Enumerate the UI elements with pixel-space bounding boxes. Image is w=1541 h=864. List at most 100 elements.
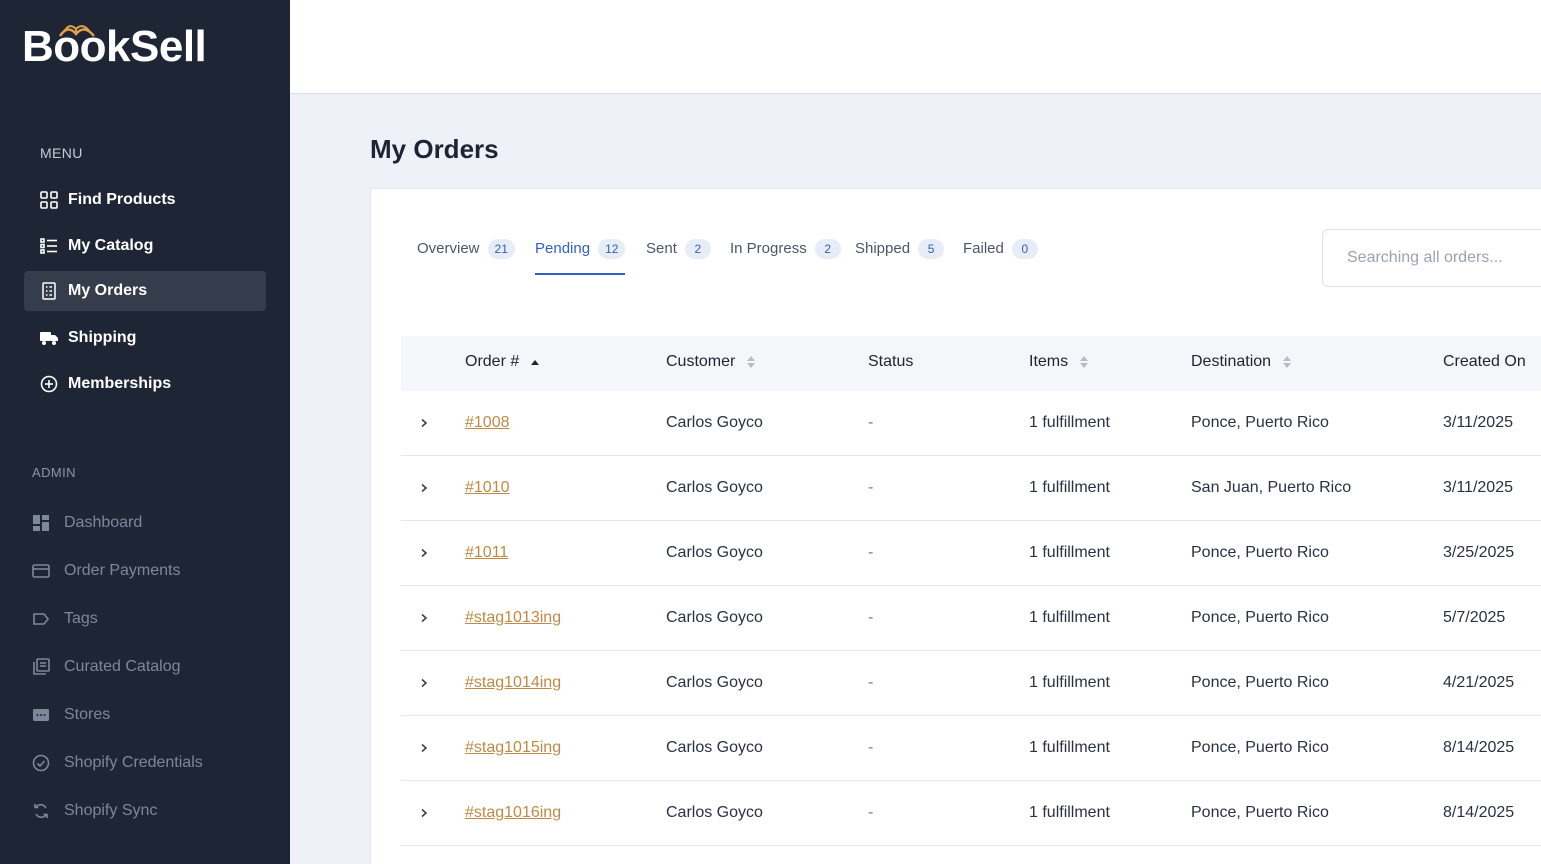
brand-logo[interactable]: BookSell	[22, 18, 207, 72]
order-number-link[interactable]: #1010	[465, 456, 510, 520]
items-cell: 1 fulfillment	[1029, 586, 1110, 650]
search-input[interactable]	[1322, 229, 1541, 287]
order-number-link-text[interactable]: #1011	[465, 544, 508, 562]
column-header-destination[interactable]: Destination	[1191, 353, 1292, 371]
sidebar-item-memberships[interactable]: Memberships	[24, 364, 266, 404]
created-on-cell-text: 4/21/2025	[1443, 674, 1515, 691]
tab-shipped[interactable]: Shipped 5	[855, 239, 945, 276]
sidebar-item-my-catalog[interactable]: My Catalog	[24, 226, 266, 266]
column-header-created-on[interactable]: Created On	[1443, 353, 1526, 371]
order-number-link[interactable]: #1008	[465, 391, 510, 455]
table-header	[401, 336, 1541, 391]
column-header-order[interactable]: Order #	[465, 353, 540, 371]
sidebar-item-dashboard[interactable]: Dashboard	[32, 508, 142, 538]
order-number-link-text[interactable]: #stag1014ing	[465, 674, 561, 692]
destination-cell-text: San Juan, Puerto Rico	[1191, 479, 1352, 496]
count-badge: 21	[487, 239, 515, 259]
tab-in-progress[interactable]: In Progress 2	[730, 239, 841, 276]
customer-cell: Carlos Goyco	[666, 651, 763, 715]
tab-label: Failed	[963, 240, 1004, 257]
sidebar-item-shopify-credentials[interactable]: Shopify Credentials	[32, 748, 203, 778]
status-cell: -	[868, 651, 873, 715]
status-cell-text: -	[868, 674, 874, 691]
expand-chevron-icon[interactable]	[419, 586, 431, 650]
sidebar-item-label: Shopify Credentials	[64, 754, 203, 771]
sidebar-item-my-orders[interactable]: My Orders	[24, 271, 266, 311]
sort-ascending-icon[interactable]	[531, 359, 540, 365]
tab-label: Overview	[417, 240, 480, 257]
destination-cell: Ponce, Puerto Rico	[1191, 391, 1329, 455]
items-cell-text: 1 fulfillment	[1029, 544, 1110, 561]
table-row[interactable]: #stag1014ing Carlos Goyco - 1 fulfillment Po…	[401, 651, 1541, 716]
sidebar: BookSell MENU Find Products My Catalog M…	[0, 0, 290, 864]
destination-cell-text: Ponce, Puerto Rico	[1191, 414, 1329, 431]
created-on-cell-text: 8/14/2025	[1443, 739, 1515, 756]
order-number-link[interactable]: #stag1014ing	[465, 651, 561, 715]
items-cell-text: 1 fulfillment	[1029, 479, 1110, 496]
expand-chevron-icon[interactable]	[419, 391, 431, 455]
grid-icon	[40, 191, 58, 209]
sidebar-item-curated-catalog[interactable]: Curated Catalog	[32, 652, 181, 682]
sidebar-item-find-products[interactable]: Find Products	[24, 180, 266, 220]
order-number-link-text[interactable]: #stag1013ing	[465, 609, 561, 627]
sidebar-item-label: My Orders	[68, 282, 148, 299]
column-header-status: Status	[868, 353, 913, 371]
sidebar-item-stores[interactable]: Stores	[32, 700, 110, 730]
order-number-link[interactable]: #1011	[465, 521, 508, 585]
order-number-link[interactable]: #stag1015ing	[465, 716, 561, 780]
library-icon	[32, 658, 50, 676]
customer-cell-text: Carlos Goyco	[666, 479, 763, 496]
status-cell-text: -	[868, 739, 874, 756]
destination-cell-text: Ponce, Puerto Rico	[1191, 609, 1329, 626]
count-badge: 2	[684, 239, 711, 259]
sort-icon[interactable]	[1283, 356, 1292, 368]
destination-cell-text: Ponce, Puerto Rico	[1191, 804, 1329, 821]
table-row[interactable]: #stag1013ing Carlos Goyco - 1 fulfillment Po…	[401, 586, 1541, 651]
tab-label: In Progress	[730, 240, 807, 257]
order-number-link[interactable]: #stag1013ing	[465, 586, 561, 650]
tag-icon	[32, 610, 50, 628]
tab-pending[interactable]: Pending 12	[535, 239, 626, 276]
sidebar-item-shipping[interactable]: Shipping	[24, 318, 266, 358]
created-on-cell-text: 5/7/2025	[1443, 609, 1506, 626]
expand-chevron-icon[interactable]	[419, 716, 431, 780]
sidebar-item-tags[interactable]: Tags	[32, 604, 98, 634]
sidebar-item-order-payments[interactable]: Order Payments	[32, 556, 180, 586]
created-on-cell: 8/14/2025	[1443, 716, 1514, 780]
column-header-items[interactable]: Items	[1029, 353, 1089, 371]
items-cell-text: 1 fulfillment	[1029, 804, 1110, 821]
menu-section-label: MENU	[40, 145, 83, 161]
order-number-link-text[interactable]: #stag1015ing	[465, 739, 561, 757]
table-row[interactable]: #1010 Carlos Goyco - 1 fulfillment San Juan,…	[401, 456, 1541, 521]
table-row[interactable]: #1008 Carlos Goyco - 1 fulfillment Ponce, Pu…	[401, 391, 1541, 456]
destination-cell: Ponce, Puerto Rico	[1191, 716, 1329, 780]
table-row[interactable]: #1011 Carlos Goyco - 1 fulfillment Ponce, Pu…	[401, 521, 1541, 586]
tab-sent[interactable]: Sent 2	[646, 239, 711, 276]
expand-chevron-icon[interactable]	[419, 651, 431, 715]
items-cell: 1 fulfillment	[1029, 521, 1110, 585]
sidebar-item-shopify-sync[interactable]: Shopify Sync	[32, 796, 157, 826]
expand-chevron-icon[interactable]	[419, 781, 431, 845]
expand-chevron-icon[interactable]	[419, 456, 431, 520]
table-row[interactable]: #stag1015ing Carlos Goyco - 1 fulfillment Po…	[401, 716, 1541, 781]
sync-icon	[32, 802, 50, 820]
customer-cell-text: Carlos Goyco	[666, 414, 763, 431]
items-cell: 1 fulfillment	[1029, 716, 1110, 780]
table-row[interactable]: #stag1016ing Carlos Goyco - 1 fulfillment Po…	[401, 781, 1541, 846]
tab-label: Pending	[535, 240, 591, 257]
order-number-link-text[interactable]: #1010	[465, 479, 510, 497]
order-number-link[interactable]: #stag1016ing	[465, 781, 561, 845]
order-number-link-text[interactable]: #stag1016ing	[465, 804, 561, 822]
items-cell-text: 1 fulfillment	[1029, 609, 1110, 626]
sort-icon[interactable]	[747, 356, 756, 368]
sort-icon[interactable]	[1080, 356, 1089, 368]
sidebar-item-label: Curated Catalog	[64, 658, 181, 675]
count-badge: 5	[918, 239, 945, 259]
tab-failed[interactable]: Failed 0	[963, 239, 1038, 276]
column-header-customer[interactable]: Customer	[666, 353, 756, 371]
tab-overview[interactable]: Overview 21	[417, 239, 515, 276]
open-book-icon	[58, 25, 95, 37]
expand-chevron-icon[interactable]	[419, 521, 431, 585]
order-number-link-text[interactable]: #1008	[465, 414, 510, 432]
sidebar-item-label: Tags	[64, 610, 98, 627]
